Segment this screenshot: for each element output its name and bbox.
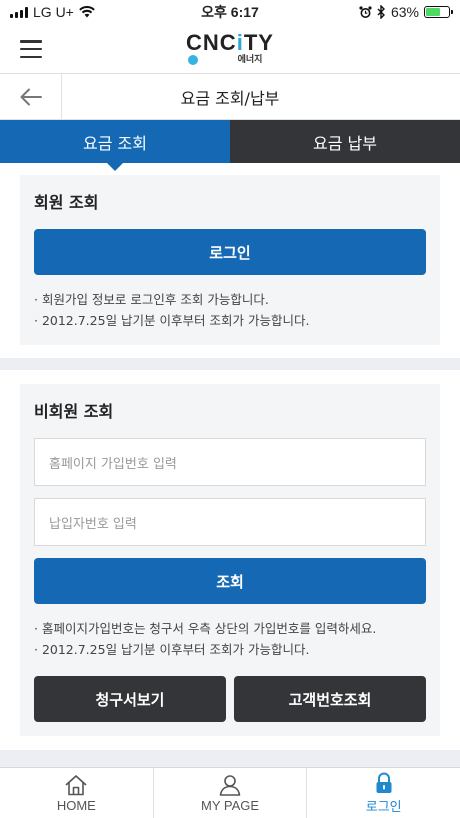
logo-text: CNCiTY: [186, 29, 274, 55]
member-note: · 회원가입 정보로 로그인후 조회 가능합니다.: [34, 292, 269, 307]
member-notes: · 회원가입 정보로 로그인후 조회 가능합니다. · 2012.7.25일 납…: [34, 289, 426, 331]
tab-bill-payment[interactable]: 요금 납부: [230, 120, 460, 163]
lock-icon: [376, 772, 392, 793]
guest-note: · 2012.7.25일 납기분 이후부터 조회가 가능합니다.: [34, 642, 310, 657]
carrier-label: LG U+: [33, 4, 74, 20]
guest-note: · 홈페이지가입번호는 청구서 우측 상단의 가입번호를 입력하세요.: [34, 621, 377, 636]
nav-home-label: HOME: [56, 797, 96, 813]
alarm-icon: [359, 5, 372, 18]
nav-home[interactable]: HOME: [0, 768, 154, 818]
search-button[interactable]: 조회: [34, 558, 426, 604]
hamburger-menu-icon[interactable]: [20, 40, 42, 58]
guest-card: 비회원 조회 홈페이지 가입번호 입력 납입자번호 입력 조회 · 홈페이지가입…: [20, 384, 440, 736]
guest-section: 비회원 조회 홈페이지 가입번호 입력 납입자번호 입력 조회 · 홈페이지가입…: [0, 370, 460, 750]
bluetooth-icon: [377, 5, 385, 19]
cncity-logo[interactable]: CNCiTY 에너지: [186, 29, 274, 66]
bottom-nav: HOME MY PAGE 로그인: [0, 767, 460, 818]
customer-number-lookup-button[interactable]: 고객번호조회: [234, 676, 426, 722]
status-bar: LG U+ 오후 6:17 63%: [0, 0, 460, 24]
nav-login[interactable]: 로그인: [307, 768, 460, 818]
nav-my-page-label: MY PAGE: [200, 797, 260, 813]
login-button[interactable]: 로그인: [34, 229, 426, 275]
tab-bill-inquiry[interactable]: 요금 조회: [0, 120, 230, 171]
logo-subtext: 에너지: [237, 54, 263, 65]
member-note: · 2012.7.25일 납기분 이후부터 조회가 가능합니다.: [34, 313, 310, 328]
logo-dot-icon: [188, 54, 199, 65]
guest-notes: · 홈페이지가입번호는 청구서 우측 상단의 가입번호를 입력하세요. · 20…: [34, 618, 426, 660]
tab-bar: 요금 조회 요금 납부: [0, 120, 460, 171]
signal-icon: [10, 6, 28, 18]
page-title: 요금 조회/납부: [180, 88, 280, 108]
nav-my-page[interactable]: MY PAGE: [154, 768, 308, 818]
guest-section-title: 비회원 조회: [34, 402, 114, 421]
user-icon: [219, 774, 241, 796]
payer-number-input[interactable]: 납입자번호 입력: [34, 498, 426, 546]
title-bar: 요금 조회/납부: [0, 74, 460, 120]
member-section-title: 회원 조회: [34, 193, 99, 212]
app-header: CNCiTY 에너지: [0, 24, 460, 74]
view-bill-button[interactable]: 청구서보기: [34, 676, 226, 722]
wifi-icon: [79, 6, 95, 18]
arrow-left-icon: [20, 88, 42, 105]
member-section: 회원 조회 로그인 · 회원가입 정보로 로그인후 조회 가능합니다. · 20…: [0, 163, 460, 358]
battery-percent: 63%: [390, 4, 419, 20]
homepage-id-input[interactable]: 홈페이지 가입번호 입력: [34, 438, 426, 486]
member-card: 회원 조회 로그인 · 회원가입 정보로 로그인후 조회 가능합니다. · 20…: [20, 175, 440, 345]
back-button[interactable]: [0, 74, 62, 119]
guest-action-row: 청구서보기 고객번호조회: [34, 676, 426, 722]
battery-icon: [424, 6, 453, 18]
home-icon: [65, 774, 87, 795]
status-right: 63%: [359, 4, 453, 20]
nav-login-label: 로그인: [365, 798, 402, 814]
status-left: LG U+: [10, 4, 95, 20]
